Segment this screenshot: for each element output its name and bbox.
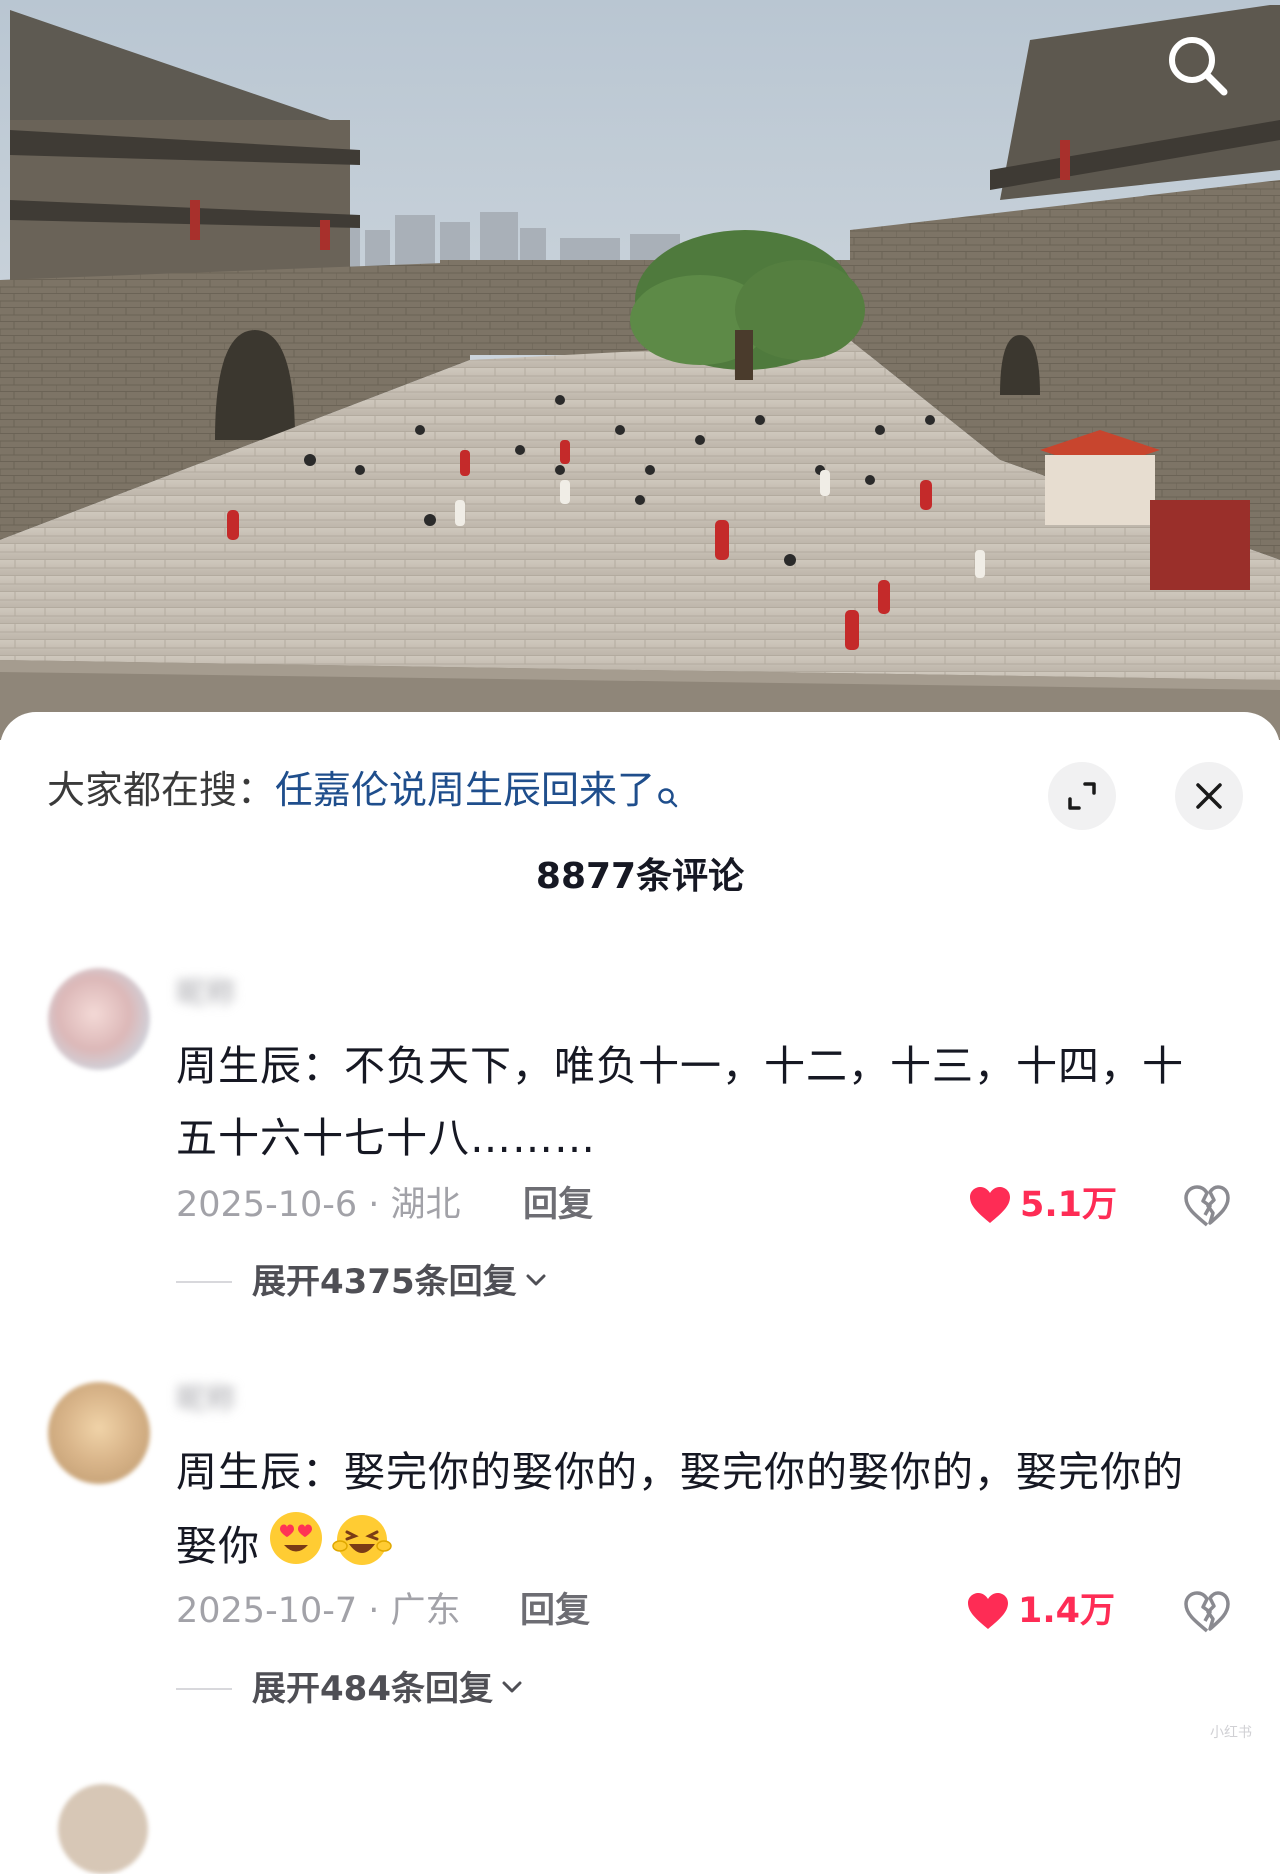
heart-eyes-emoji bbox=[266, 1508, 326, 1590]
like-button[interactable]: 5.1万 bbox=[968, 1180, 1117, 1230]
close-button[interactable] bbox=[1175, 762, 1243, 830]
comment-username[interactable]: 昵称 bbox=[176, 974, 236, 1014]
search-suggestion-query[interactable]: 任嘉伦说周生辰回来了 bbox=[275, 768, 655, 812]
expand-replies-button[interactable]: 展开484条回复 bbox=[176, 1664, 525, 1714]
chevron-down-icon bbox=[523, 1267, 549, 1297]
expand-icon bbox=[1068, 782, 1096, 810]
comment-date-location: 2025-10-7 · 广东 bbox=[176, 1591, 461, 1631]
search-suggestion[interactable]: 大家都在搜：任嘉伦说周生辰回来了 bbox=[47, 762, 679, 824]
search-button[interactable] bbox=[1162, 30, 1234, 102]
search-suggestion-prefix: 大家都在搜： bbox=[47, 768, 276, 812]
divider-line bbox=[176, 1688, 232, 1690]
expand-replies-label: 展开484条回复 bbox=[252, 1669, 493, 1709]
like-button[interactable]: 1.4万 bbox=[966, 1586, 1115, 1636]
broken-heart-icon bbox=[1184, 1185, 1230, 1227]
comment-content: 周生辰：不负天下，唯负十一，十二，十三，十四，十五十六十七十八……… bbox=[176, 1042, 1184, 1162]
divider-line bbox=[176, 1281, 232, 1283]
comment-username[interactable] bbox=[176, 1786, 186, 1821]
search-icon bbox=[1169, 37, 1228, 96]
avatar[interactable] bbox=[58, 1784, 148, 1874]
avatar[interactable] bbox=[48, 968, 150, 1070]
heart-icon bbox=[970, 1187, 1010, 1223]
broken-heart-icon bbox=[1184, 1591, 1230, 1633]
avatar[interactable] bbox=[48, 1382, 150, 1484]
reply-button[interactable]: 回复 bbox=[520, 1586, 590, 1636]
comment-username[interactable]: 昵称 bbox=[176, 1380, 236, 1420]
city-wall-courtyard-image bbox=[0, 0, 1280, 740]
like-count: 5.1万 bbox=[1020, 1185, 1118, 1225]
laughing-emoji bbox=[332, 1508, 392, 1590]
expand-replies-label: 展开4375条回复 bbox=[252, 1262, 517, 1302]
video-thumbnail-photo[interactable] bbox=[0, 0, 1280, 740]
dislike-button[interactable] bbox=[1183, 1590, 1231, 1638]
comment-date-location: 2025-10-6 · 湖北 bbox=[176, 1185, 461, 1225]
chevron-down-icon bbox=[499, 1674, 525, 1704]
close-icon bbox=[1196, 783, 1222, 809]
comment-text: 周生辰：娶完你的娶你的，娶完你的娶你的，娶完你的娶你 bbox=[176, 1448, 1184, 1570]
heart-icon bbox=[968, 1593, 1008, 1629]
dislike-button[interactable] bbox=[1183, 1184, 1231, 1232]
like-count: 1.4万 bbox=[1018, 1591, 1116, 1631]
reply-button[interactable]: 回复 bbox=[523, 1180, 593, 1230]
comment-sheet: 大家都在搜：任嘉伦说周生辰回来了 8877条评论 昵称 周生辰：不负天下，唯负十… bbox=[0, 712, 1280, 1874]
watermark-logo: 小红书 bbox=[1210, 1725, 1252, 1741]
expand-replies-button[interactable]: 展开4375条回复 bbox=[176, 1257, 549, 1307]
search-icon bbox=[657, 768, 679, 824]
expand-button[interactable] bbox=[1048, 762, 1116, 830]
comment-count-title: 8877条评论 bbox=[535, 856, 745, 897]
comment-content: 周生辰：娶完你的娶你的，娶完你的娶你的，娶完你的娶你 bbox=[176, 1436, 1216, 1590]
